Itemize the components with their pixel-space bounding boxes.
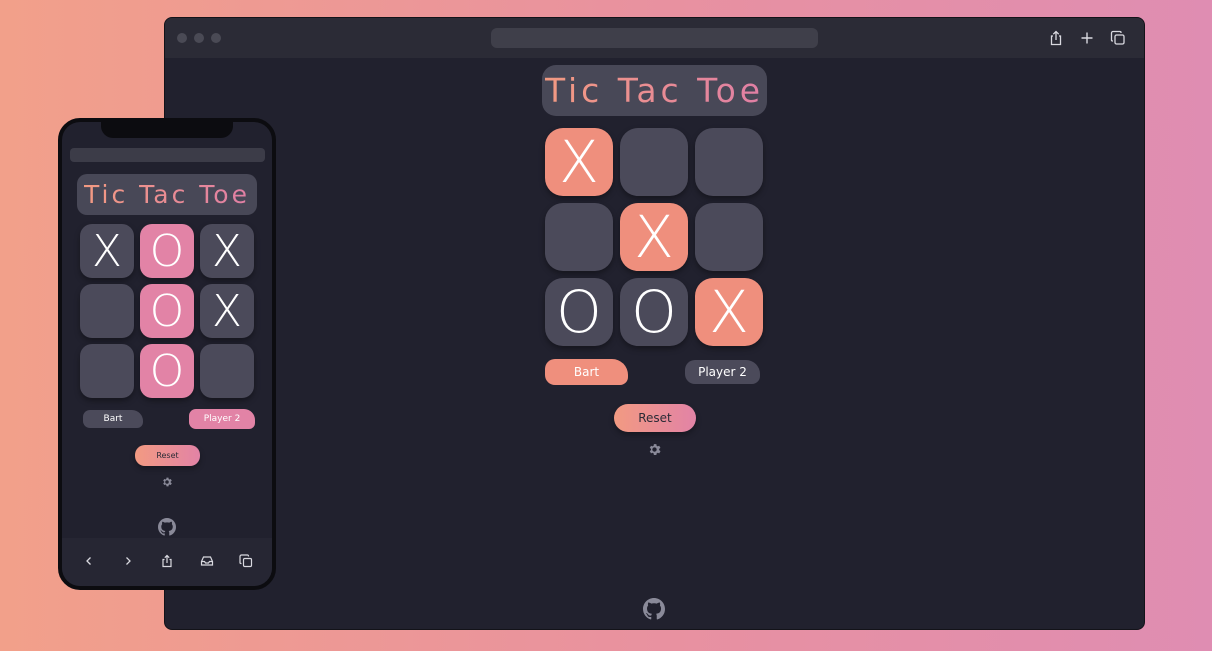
mobile-address-bar[interactable] — [70, 148, 265, 162]
tabs-icon[interactable] — [1110, 30, 1126, 46]
board-cell-9[interactable]: X — [695, 278, 763, 346]
board-cell-2[interactable]: O — [140, 224, 194, 278]
board-cell-2[interactable] — [620, 128, 688, 196]
board-cell-5[interactable]: O — [140, 284, 194, 338]
board-cell-1[interactable]: X — [80, 224, 134, 278]
gear-icon[interactable] — [161, 476, 173, 488]
mobile-device: Tic Tac Toe XOXOXO Bart Player 2 Reset — [58, 118, 276, 590]
game-title: Tic Tac Toe — [542, 65, 767, 116]
share-icon[interactable] — [1048, 30, 1064, 46]
board-cell-6[interactable] — [695, 203, 763, 271]
window-close-button[interactable] — [177, 33, 187, 43]
desktop-browser-window: Tic Tac Toe XXOOX Bart Player 2 Reset — [164, 17, 1145, 630]
player-two-tag: Player 2 — [685, 360, 760, 384]
mobile-player-two-tag: Player 2 — [189, 409, 255, 429]
back-icon[interactable] — [82, 554, 96, 568]
board-cell-8[interactable]: O — [620, 278, 688, 346]
inbox-icon[interactable] — [200, 554, 214, 568]
phone-notch — [101, 122, 233, 138]
board-cell-6[interactable]: X — [200, 284, 254, 338]
share-icon[interactable] — [160, 554, 174, 568]
window-zoom-button[interactable] — [211, 33, 221, 43]
board-cell-7[interactable]: O — [545, 278, 613, 346]
board-cell-4[interactable] — [80, 284, 134, 338]
mobile-screen: Tic Tac Toe XOXOXO Bart Player 2 Reset — [62, 122, 272, 586]
mobile-reset-button[interactable]: Reset — [135, 445, 200, 466]
board-cell-4[interactable] — [545, 203, 613, 271]
board-cell-1[interactable]: X — [545, 128, 613, 196]
board-cell-8[interactable]: O — [140, 344, 194, 398]
plus-icon[interactable] — [1079, 30, 1095, 46]
board-cell-9[interactable] — [200, 344, 254, 398]
github-icon[interactable] — [643, 598, 665, 620]
mobile-game-title: Tic Tac Toe — [77, 174, 257, 215]
browser-toolbar — [165, 18, 1144, 58]
board-cell-5[interactable]: X — [620, 203, 688, 271]
window-minimize-button[interactable] — [194, 33, 204, 43]
board-cell-3[interactable] — [695, 128, 763, 196]
tabs-icon[interactable] — [239, 554, 253, 568]
player-one-tag: Bart — [545, 359, 628, 385]
github-icon[interactable] — [158, 518, 176, 536]
forward-icon[interactable] — [121, 554, 135, 568]
board-cell-7[interactable] — [80, 344, 134, 398]
mobile-browser-bottom-bar — [62, 538, 272, 586]
gear-icon[interactable] — [647, 442, 662, 457]
mobile-player-one-tag: Bart — [83, 410, 143, 428]
reset-button[interactable]: Reset — [614, 404, 696, 432]
address-bar[interactable] — [491, 28, 818, 48]
board-cell-3[interactable]: X — [200, 224, 254, 278]
